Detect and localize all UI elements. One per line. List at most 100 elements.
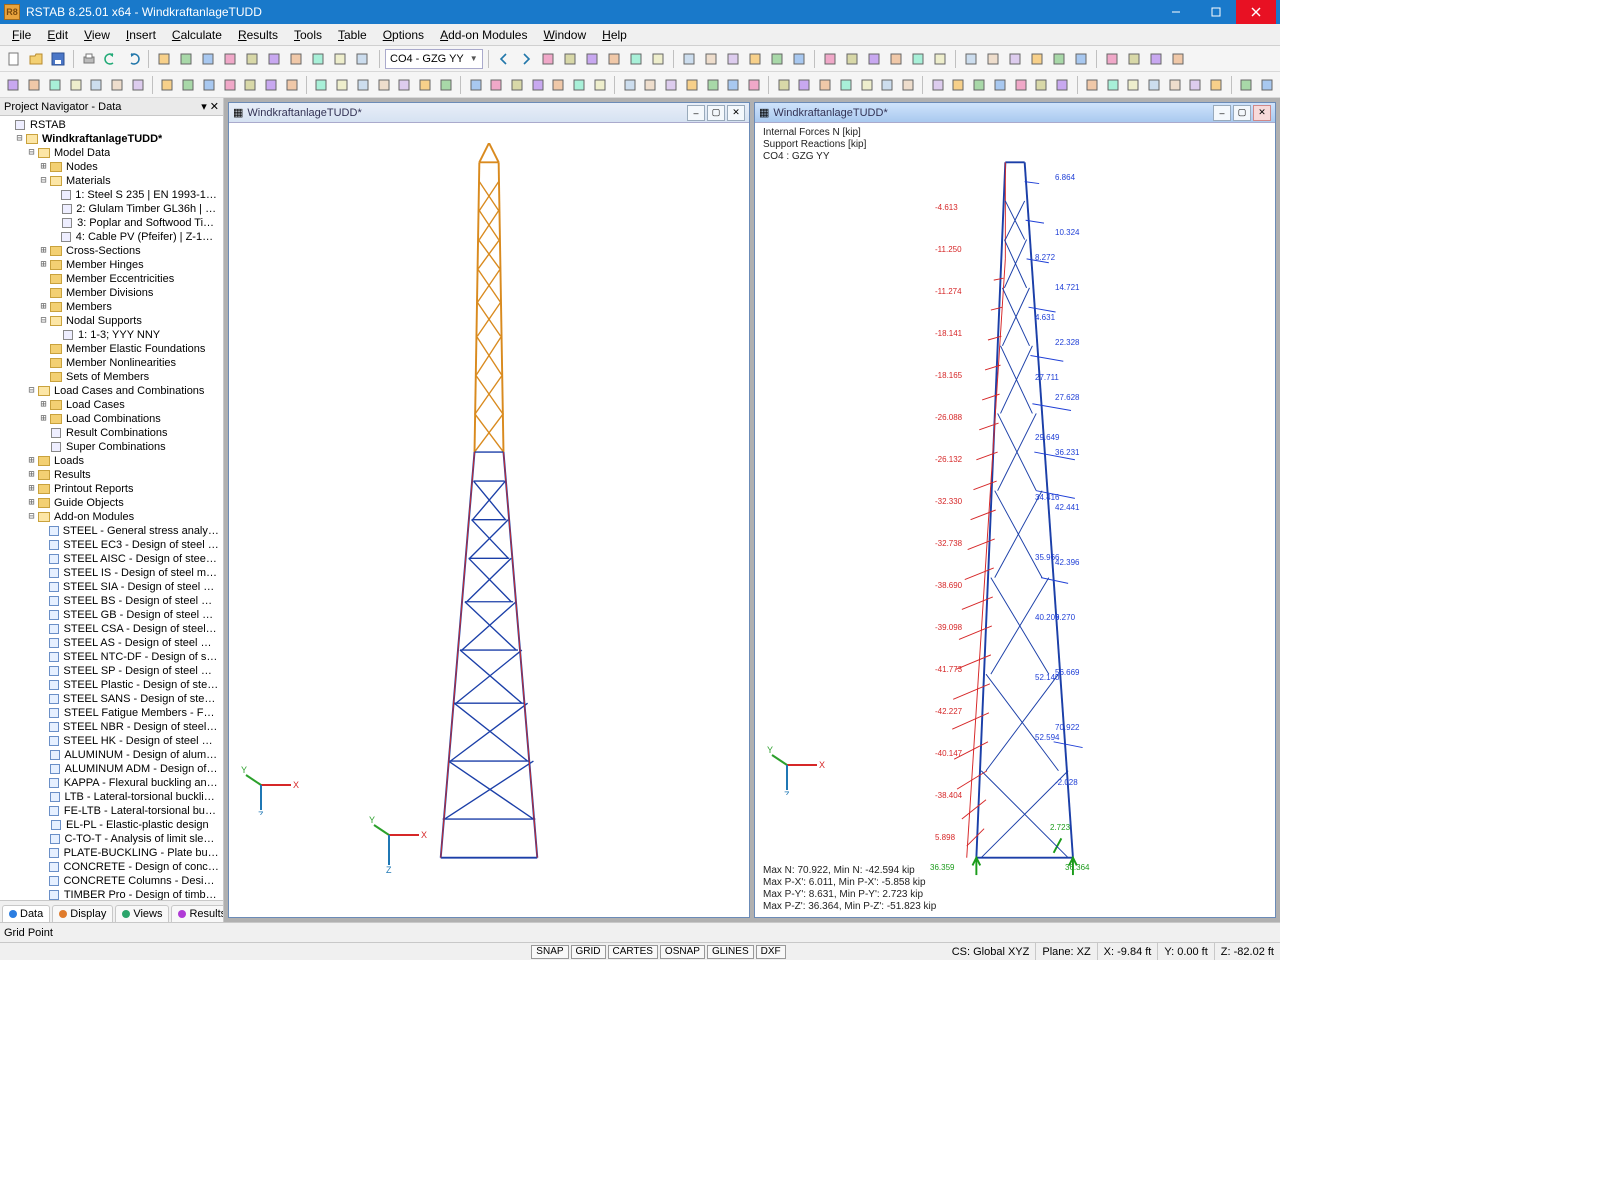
tree-support-0[interactable]: 1: 1-3; YYY NNY — [0, 328, 223, 342]
tool2-btn-19[interactable] — [416, 75, 435, 95]
tool1b-btn-2[interactable] — [582, 49, 602, 69]
tool2-btn-42[interactable] — [928, 75, 947, 95]
tool2-btn-27[interactable] — [591, 75, 610, 95]
doc2-max-icon[interactable]: ▢ — [1233, 105, 1251, 121]
tool1b-btn-17[interactable] — [930, 49, 950, 69]
tool2-btn-3[interactable] — [66, 75, 85, 95]
tool2-btn-44[interactable] — [970, 75, 989, 95]
tool1-btn-2[interactable] — [198, 49, 218, 69]
tool1b-btn-12[interactable] — [820, 49, 840, 69]
tool2-btn-8[interactable] — [179, 75, 198, 95]
tree-model-data[interactable]: ⊟Model Data — [0, 146, 223, 160]
tree-addon-23[interactable]: PLATE-BUCKLING - Plate buckling — [0, 846, 223, 860]
menu-table[interactable]: Table — [330, 26, 375, 44]
doc1-close-icon[interactable]: ✕ — [727, 105, 745, 121]
nav-prev-icon[interactable] — [494, 49, 514, 69]
tool1b-btn-7[interactable] — [701, 49, 721, 69]
tool1b-btn-27[interactable] — [1168, 49, 1188, 69]
tool2-btn-26[interactable] — [570, 75, 589, 95]
menu-tools[interactable]: Tools — [286, 26, 330, 44]
tool1b-btn-9[interactable] — [745, 49, 765, 69]
menu-calculate[interactable]: Calculate — [164, 26, 230, 44]
tree-addon-3[interactable]: STEEL IS - Design of steel member — [0, 566, 223, 580]
tool1b-btn-16[interactable] — [908, 49, 928, 69]
menu-results[interactable]: Results — [230, 26, 286, 44]
tree-addon-21[interactable]: EL-PL - Elastic-plastic design — [0, 818, 223, 832]
nav-tab-results[interactable]: Results — [171, 905, 223, 922]
tool2-btn-6[interactable] — [128, 75, 147, 95]
tool2-btn-32[interactable] — [703, 75, 722, 95]
tool2-btn-33[interactable] — [724, 75, 743, 95]
tool2-btn-9[interactable] — [200, 75, 219, 95]
tool1b-btn-22[interactable] — [1049, 49, 1069, 69]
minimize-button[interactable] — [1156, 0, 1196, 24]
tool2-btn-41[interactable] — [899, 75, 918, 95]
maximize-button[interactable] — [1196, 0, 1236, 24]
tree-material-0[interactable]: 1: Steel S 235 | EN 1993-1-1:200 — [0, 188, 223, 202]
tool2-btn-48[interactable] — [1053, 75, 1072, 95]
tool1b-btn-0[interactable] — [538, 49, 558, 69]
tree-lcc-0[interactable]: ⊞Load Cases — [0, 398, 223, 412]
menu-file[interactable]: File — [4, 26, 39, 44]
tree-addon-12[interactable]: STEEL SANS - Design of steel mem — [0, 692, 223, 706]
tool1b-btn-11[interactable] — [789, 49, 809, 69]
tree-addon-20[interactable]: FE-LTB - Lateral-torsional buckling — [0, 804, 223, 818]
tree-addon-0[interactable]: STEEL - General stress analysis of s — [0, 524, 223, 538]
nav-tab-data[interactable]: Data — [2, 905, 50, 922]
tool2-btn-12[interactable] — [262, 75, 281, 95]
tool2-btn-39[interactable] — [857, 75, 876, 95]
tool2-btn-17[interactable] — [374, 75, 393, 95]
tree-lcc-2[interactable]: Result Combinations — [0, 426, 223, 440]
tree-addon-1[interactable]: STEEL EC3 - Design of steel memb — [0, 538, 223, 552]
tree-addon-16[interactable]: ALUMINUM - Design of aluminum — [0, 748, 223, 762]
tool1b-btn-20[interactable] — [1005, 49, 1025, 69]
tool1b-btn-10[interactable] — [767, 49, 787, 69]
tree-nodes[interactable]: ⊞Nodes — [0, 160, 223, 174]
status-toggle-glines[interactable]: GLINES — [707, 945, 754, 959]
tool2-btn-5[interactable] — [108, 75, 127, 95]
tree-addon-11[interactable]: STEEL Plastic - Design of steel mer — [0, 678, 223, 692]
tree-nonlin[interactable]: Member Nonlinearities — [0, 356, 223, 370]
tool2-btn-18[interactable] — [395, 75, 414, 95]
nav-next-icon[interactable] — [516, 49, 536, 69]
status-toggle-grid[interactable]: GRID — [571, 945, 606, 959]
tool2-btn-28[interactable] — [620, 75, 639, 95]
menu-edit[interactable]: Edit — [39, 26, 76, 44]
tool2-btn-29[interactable] — [641, 75, 660, 95]
tool2-btn-35[interactable] — [774, 75, 793, 95]
tool2-btn-16[interactable] — [354, 75, 373, 95]
tool1-btn-0[interactable] — [154, 49, 174, 69]
tool2-btn-24[interactable] — [528, 75, 547, 95]
tree-material-2[interactable]: 3: Poplar and Softwood Timbe — [0, 216, 223, 230]
doc-canvas-1[interactable]: X Y Z X Y Z — [229, 123, 749, 917]
tool1b-btn-13[interactable] — [842, 49, 862, 69]
tool1b-btn-21[interactable] — [1027, 49, 1047, 69]
status-toggle-snap[interactable]: SNAP — [531, 945, 568, 959]
redo-icon[interactable] — [123, 49, 143, 69]
tool1-btn-3[interactable] — [220, 49, 240, 69]
navigator-tree[interactable]: RSTAB⊟WindkraftanlageTUDD*⊟Model Data⊞No… — [0, 116, 223, 900]
tool2-btn-20[interactable] — [437, 75, 456, 95]
tree-addon-22[interactable]: C-TO-T - Analysis of limit slenderr — [0, 832, 223, 846]
tool2-btn-7[interactable] — [158, 75, 177, 95]
tool2-btn-25[interactable] — [549, 75, 568, 95]
tree-elastic[interactable]: Member Elastic Foundations — [0, 342, 223, 356]
tool2-btn-50[interactable] — [1103, 75, 1122, 95]
tool2-btn-49[interactable] — [1082, 75, 1101, 95]
tool2-btn-23[interactable] — [508, 75, 527, 95]
tool2-btn-55[interactable] — [1207, 75, 1226, 95]
tool1-btn-9[interactable] — [352, 49, 372, 69]
tool2-btn-2[interactable] — [45, 75, 64, 95]
tool1-btn-8[interactable] — [330, 49, 350, 69]
doc2-min-icon[interactable]: ‒ — [1213, 105, 1231, 121]
tree-ecc[interactable]: Member Eccentricities — [0, 272, 223, 286]
tool2-btn-45[interactable] — [991, 75, 1010, 95]
tree-lcc[interactable]: ⊟Load Cases and Combinations — [0, 384, 223, 398]
tree-addon-14[interactable]: STEEL NBR - Design of steel memb — [0, 720, 223, 734]
doc-title-1[interactable]: ▦ WindkraftanlageTUDD* ‒ ▢ ✕ — [229, 103, 749, 123]
tool1b-btn-26[interactable] — [1146, 49, 1166, 69]
status-toggle-osnap[interactable]: OSNAP — [660, 945, 705, 959]
tool2-btn-31[interactable] — [682, 75, 701, 95]
doc1-min-icon[interactable]: ‒ — [687, 105, 705, 121]
tree-addon-13[interactable]: STEEL Fatigue Members - Fatigue — [0, 706, 223, 720]
